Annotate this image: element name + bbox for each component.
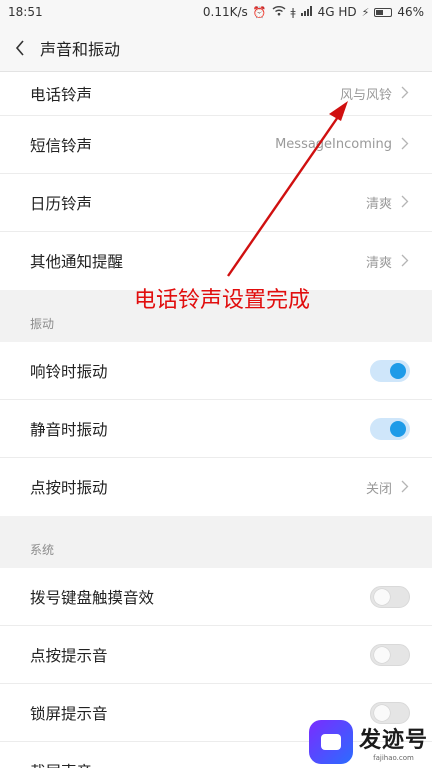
row-value: 清爽 xyxy=(365,197,392,212)
back-button[interactable] xyxy=(0,24,40,72)
vibration-group: 响铃时振动 静音时振动 点按时振动 关闭 xyxy=(0,342,432,516)
row-label: 点按提示音 xyxy=(30,646,108,665)
row-label: 日历铃声 xyxy=(30,194,93,213)
watermark-url: fajihao.com xyxy=(373,754,414,762)
ring-vibrate-toggle[interactable] xyxy=(370,359,410,382)
chevron-right-icon xyxy=(400,252,410,271)
chevron-left-icon xyxy=(15,39,24,56)
chevron-right-icon xyxy=(400,478,410,497)
wifi-icon xyxy=(272,5,286,19)
dialpad-sound-toggle[interactable] xyxy=(370,585,410,608)
row-label: 点按时振动 xyxy=(30,479,108,497)
chevron-right-icon xyxy=(400,193,410,212)
row-value: 关闭 xyxy=(365,481,392,497)
status-indicators: 0.11K/s ⏰ ǂ 4G HD ⚡ 46% xyxy=(203,5,424,19)
sms-ringtone-row[interactable]: 短信铃声 MessageIncoming xyxy=(0,116,432,174)
ringtone-group: 电话铃声 风与风铃 短信铃声 MessageIncoming 日历铃声 清爽 其… xyxy=(0,72,432,290)
network-type: 4G HD xyxy=(317,5,357,19)
annotation-text: 电话铃声设置完成 xyxy=(134,288,311,313)
chevron-right-icon xyxy=(400,84,410,103)
ring-vibrate-row: 响铃时振动 xyxy=(0,342,432,400)
status-bar: 18:51 0.11K/s ⏰ ǂ 4G HD ⚡ 46% xyxy=(0,0,432,24)
page-title: 声音和振动 xyxy=(40,39,121,59)
tap-sound-toggle[interactable] xyxy=(370,643,410,666)
toggle-knob xyxy=(374,588,390,605)
watermark-logo-icon xyxy=(308,720,353,764)
tap-sound-row: 点按提示音 xyxy=(0,626,432,684)
watermark-name: 发迹号 xyxy=(358,728,428,753)
signal-icon xyxy=(300,5,313,19)
row-label: 电话铃声 xyxy=(30,85,93,104)
row-value: 风与风铃 xyxy=(339,88,392,103)
row-label: 其他通知提醒 xyxy=(30,253,124,271)
status-time: 18:51 xyxy=(8,5,43,19)
charging-icon: ⚡ xyxy=(361,5,370,19)
battery-level: 46% xyxy=(397,5,424,19)
toggle-knob xyxy=(390,420,406,437)
silent-vibrate-row: 静音时振动 xyxy=(0,400,432,458)
calendar-ringtone-row[interactable]: 日历铃声 清爽 xyxy=(0,174,432,232)
app-header: 声音和振动 xyxy=(0,24,432,72)
toggle-knob xyxy=(374,646,390,663)
phone-ringtone-row[interactable]: 电话铃声 风与风铃 xyxy=(0,72,432,116)
toggle-knob xyxy=(390,362,406,379)
watermark: 发迹号 fajihao.com xyxy=(308,720,428,764)
row-value: 清爽 xyxy=(365,255,392,271)
system-section-title: 系统 xyxy=(0,530,432,568)
vibrate-icon: ǂ xyxy=(290,5,296,19)
chevron-right-icon xyxy=(400,135,410,154)
row-label: 拨号键盘触摸音效 xyxy=(30,588,155,607)
silent-vibrate-toggle[interactable] xyxy=(370,417,410,440)
watermark-text: 发迹号 fajihao.com xyxy=(359,722,428,762)
row-label: 短信铃声 xyxy=(30,136,93,155)
alarm-icon: ⏰ xyxy=(252,5,267,19)
row-label: 静音时振动 xyxy=(30,420,108,439)
toggle-knob xyxy=(374,704,390,721)
network-speed: 0.11K/s xyxy=(202,5,248,19)
tap-vibrate-row[interactable]: 点按时振动 关闭 xyxy=(0,458,432,516)
battery-icon xyxy=(374,7,393,17)
section-gap xyxy=(0,516,432,530)
dialpad-sound-row: 拨号键盘触摸音效 xyxy=(0,568,432,626)
row-value: MessageIncoming xyxy=(275,137,392,152)
row-label: 响铃时振动 xyxy=(30,362,108,381)
settings-content: 电话铃声 风与风铃 短信铃声 MessageIncoming 日历铃声 清爽 其… xyxy=(0,72,432,768)
